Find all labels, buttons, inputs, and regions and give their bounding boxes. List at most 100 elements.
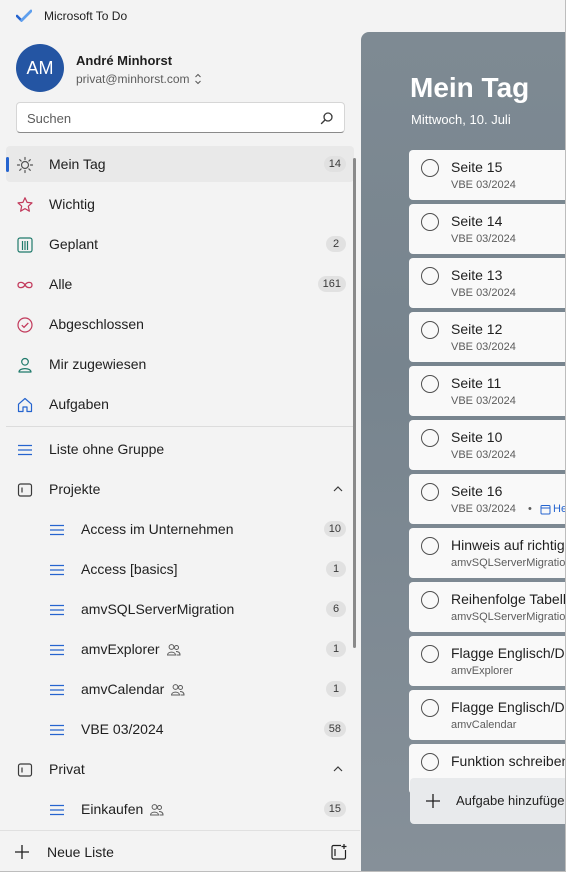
count-badge: 58 bbox=[323, 721, 346, 737]
task-item[interactable]: Flagge Englisch/Deutsch amvCalendar bbox=[409, 690, 565, 740]
app-window: Microsoft To Do AM André Minhorst privat… bbox=[0, 0, 566, 872]
sidebar-footer: Neue Liste bbox=[0, 830, 360, 871]
nav-item-alle[interactable]: Alle 161 bbox=[6, 266, 354, 302]
sun-icon bbox=[16, 156, 34, 174]
user-email[interactable]: privat@minhorst.com bbox=[76, 72, 190, 86]
count-badge: 1 bbox=[326, 641, 346, 657]
check-circle-icon bbox=[17, 317, 33, 333]
nav-item-label: Geplant bbox=[49, 236, 99, 252]
todo-logo-icon bbox=[16, 9, 32, 22]
list-item-einkaufen[interactable]: Einkaufen 15 bbox=[6, 791, 354, 827]
count-badge: 10 bbox=[323, 521, 346, 537]
avatar[interactable]: AM bbox=[16, 44, 64, 92]
user-name[interactable]: André Minhorst bbox=[76, 53, 172, 68]
nav-item-label: Alle bbox=[49, 276, 73, 292]
app-title: Microsoft To Do bbox=[44, 9, 128, 23]
search-input[interactable] bbox=[27, 109, 307, 127]
task-item[interactable]: Flagge Englisch/Deutsch amvExplorer bbox=[409, 636, 565, 686]
infinity-icon bbox=[17, 281, 33, 289]
chevron-up-icon[interactable] bbox=[332, 763, 344, 775]
count-badge: 161 bbox=[317, 276, 346, 292]
task-complete-toggle[interactable] bbox=[421, 699, 439, 717]
count-badge: 6 bbox=[326, 601, 346, 617]
task-title: Seite 15 bbox=[451, 159, 503, 175]
home-icon bbox=[17, 397, 33, 413]
task-item[interactable]: Reihenfolge Tabellen amvSQLServerMigrati… bbox=[409, 582, 566, 632]
task-complete-toggle[interactable] bbox=[421, 321, 439, 339]
add-task-label: Aufgabe hinzufügen bbox=[456, 793, 566, 808]
list-item-amvsqlservermigration[interactable]: amvSQLServerMigration 6 bbox=[6, 591, 354, 627]
task-complete-toggle[interactable] bbox=[421, 429, 439, 447]
new-group-icon[interactable] bbox=[330, 843, 348, 861]
task-title: Seite 14 bbox=[451, 213, 503, 229]
list-label: Liste ohne Gruppe bbox=[49, 441, 165, 457]
nav-item-label: Abgeschlossen bbox=[49, 316, 144, 332]
main-panel: Mein Tag Mittwoch, 10. Juli Seite 15 VBE… bbox=[361, 32, 566, 871]
account-switch-chevron-icon[interactable] bbox=[193, 72, 203, 86]
list-item-access-im-unternehmen[interactable]: Access im Unternehmen 10 bbox=[6, 511, 354, 547]
nav-item-geplant[interactable]: Geplant 2 bbox=[6, 226, 354, 262]
nav-item-mir-zugewiesen[interactable]: Mir zugewiesen bbox=[6, 346, 354, 382]
list-item-amvexplorer[interactable]: amvExplorer 1 bbox=[6, 631, 354, 667]
group-folder-icon bbox=[17, 763, 33, 777]
task-item[interactable]: Seite 10 VBE 03/2024 bbox=[409, 420, 565, 470]
task-list-name: VBE 03/2024 bbox=[451, 179, 516, 191]
task-item[interactable]: Seite 14 VBE 03/2024 bbox=[409, 204, 565, 254]
list-lines-icon bbox=[50, 804, 64, 816]
nav-item-mein-tag[interactable]: Mein Tag 14 bbox=[6, 146, 354, 182]
search-box[interactable] bbox=[16, 102, 345, 133]
page-date: Mittwoch, 10. Juli bbox=[411, 112, 511, 127]
sidebar: AM André Minhorst privat@minhorst.com Me… bbox=[0, 32, 360, 871]
task-item[interactable]: Seite 16 VBE 03/2024 • Heu bbox=[409, 474, 565, 524]
task-complete-toggle[interactable] bbox=[421, 537, 439, 555]
shared-people-icon bbox=[166, 644, 181, 656]
active-indicator bbox=[6, 157, 9, 172]
task-complete-toggle[interactable] bbox=[421, 645, 439, 663]
list-item-liste-ohne-gruppe[interactable]: Liste ohne Gruppe bbox=[6, 431, 354, 467]
list-lines-icon bbox=[50, 604, 64, 616]
page-title: Mein Tag bbox=[410, 72, 530, 103]
chevron-up-icon[interactable] bbox=[332, 483, 344, 495]
task-due-date: Heu bbox=[553, 503, 565, 515]
task-complete-toggle[interactable] bbox=[421, 159, 439, 177]
group-folder-icon bbox=[17, 483, 33, 497]
task-item[interactable]: Seite 12 VBE 03/2024 bbox=[409, 312, 565, 362]
group-label: Projekte bbox=[49, 481, 101, 497]
group-privat[interactable]: Privat bbox=[6, 751, 354, 787]
task-title: Seite 12 bbox=[451, 321, 503, 337]
task-complete-toggle[interactable] bbox=[421, 483, 439, 501]
task-complete-toggle[interactable] bbox=[421, 753, 439, 771]
count-badge: 14 bbox=[323, 156, 346, 172]
group-projekte[interactable]: Projekte bbox=[6, 471, 354, 507]
add-task-input[interactable]: Aufgabe hinzufügen bbox=[410, 778, 566, 824]
list-lines-icon bbox=[50, 524, 64, 536]
task-list-name: VBE 03/2024 bbox=[451, 449, 516, 461]
task-list-name: VBE 03/2024 bbox=[451, 233, 516, 245]
task-item[interactable]: Seite 11 VBE 03/2024 bbox=[409, 366, 565, 416]
search-icon[interactable] bbox=[320, 111, 334, 125]
task-complete-toggle[interactable] bbox=[421, 213, 439, 231]
shared-people-icon bbox=[149, 804, 164, 816]
task-list-name: VBE 03/2024 bbox=[451, 503, 516, 515]
nav-item-abgeschlossen[interactable]: Abgeschlossen bbox=[6, 306, 354, 342]
nav-item-aufgaben[interactable]: Aufgaben bbox=[6, 386, 354, 422]
list-item-vbe-03-2024[interactable]: VBE 03/2024 58 bbox=[6, 711, 354, 747]
count-badge: 2 bbox=[326, 236, 346, 252]
task-list-name: VBE 03/2024 bbox=[451, 287, 516, 299]
separator-dot: • bbox=[528, 503, 532, 515]
new-list-button[interactable]: Neue Liste bbox=[47, 844, 114, 860]
plus-icon[interactable] bbox=[14, 844, 30, 860]
task-list-name: amvSQLServerMigration bbox=[451, 611, 566, 623]
task-complete-toggle[interactable] bbox=[421, 591, 439, 609]
list-item-amvcalendar[interactable]: amvCalendar 1 bbox=[6, 671, 354, 707]
task-complete-toggle[interactable] bbox=[421, 375, 439, 393]
task-item[interactable]: Hinweis auf richtige amvSQLServerMigrati… bbox=[409, 528, 565, 578]
list-item-access-basics[interactable]: Access [basics] 1 bbox=[6, 551, 354, 587]
nav-item-wichtig[interactable]: Wichtig bbox=[6, 186, 354, 222]
task-item[interactable]: Seite 13 VBE 03/2024 bbox=[409, 258, 565, 308]
nav-item-label: Aufgaben bbox=[49, 396, 109, 412]
list-label: VBE 03/2024 bbox=[81, 721, 164, 737]
task-item[interactable]: Seite 15 VBE 03/2024 bbox=[409, 150, 565, 200]
sidebar-scrollbar[interactable] bbox=[353, 158, 356, 648]
task-complete-toggle[interactable] bbox=[421, 267, 439, 285]
